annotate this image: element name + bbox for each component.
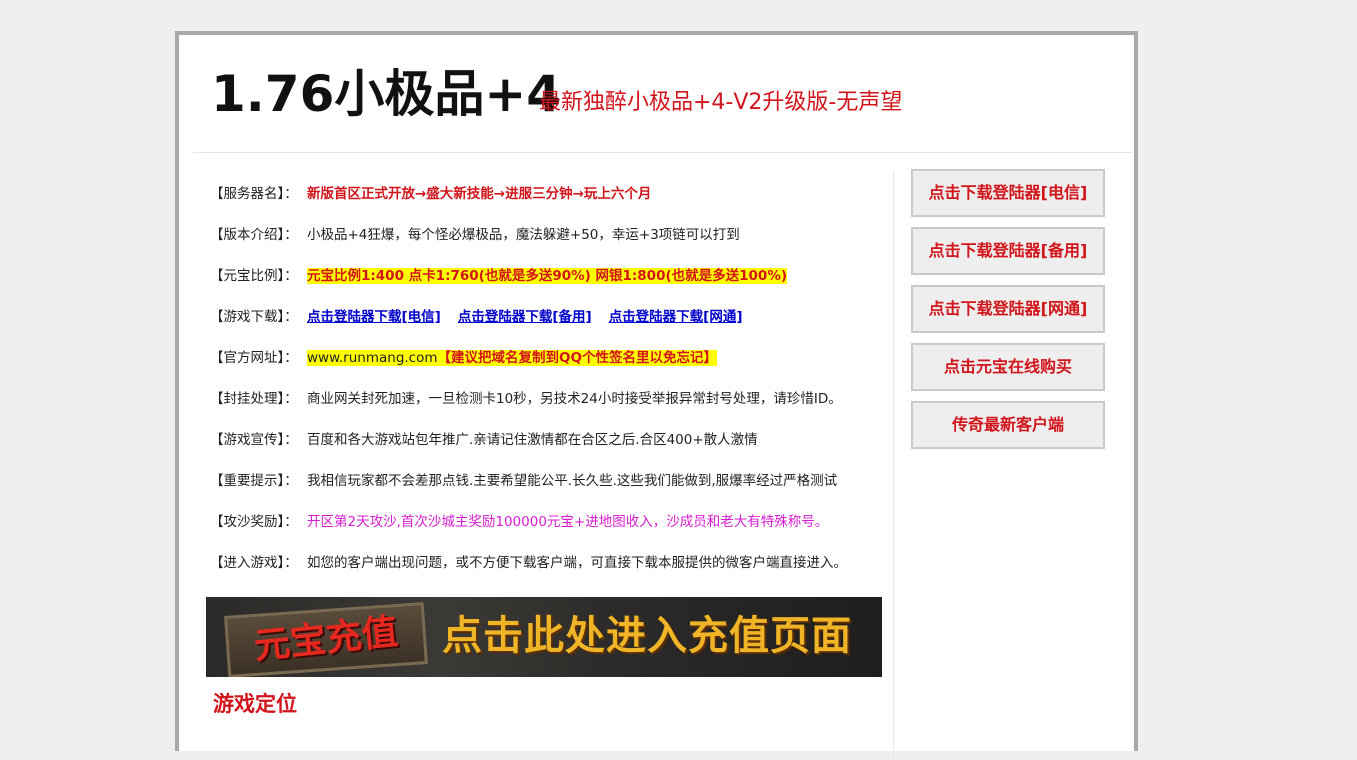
- value-promotion: 百度和各大游戏站包年推广.亲请记住激情都在合区之后.合区400+散人激情: [307, 432, 758, 448]
- row-ingot-ratio: 【元宝比例】： 元宝比例1:400 点卡1:760(也就是多送90%) 网银1:8…: [210, 264, 788, 288]
- value-siege-reward: 开区第2天攻沙,首次沙城主奖励100000元宝+进地图收入，沙成员和老大有特殊称…: [307, 514, 829, 530]
- label-promotion: 【游戏宣传】：: [210, 432, 298, 448]
- value-important-note: 我相信玩家都不会差那点钱.主要希望能公平.长久些.这些我们能做到,服爆率经过严格…: [307, 473, 838, 489]
- download-link-netcom[interactable]: 点击登陆器下载[网通]: [609, 309, 743, 325]
- value-enter-game: 如您的客户端出现问题，或不方便下载客户端，可直接下载本服提供的微客户端直接进入。: [307, 555, 847, 571]
- row-siege-reward: 【攻沙奖励】： 开区第2天攻沙,首次沙城主奖励100000元宝+进地图收入，沙成员…: [210, 510, 828, 534]
- label-ingot-ratio: 【元宝比例】：: [210, 268, 298, 284]
- row-anti-cheat: 【封挂处理】： 商业网关封死加速，一旦检测卡10秒，另技术24小时接受举报异常封号…: [210, 387, 842, 411]
- row-promotion: 【游戏宣传】： 百度和各大游戏站包年推广.亲请记住激情都在合区之后.合区400+散…: [210, 428, 758, 452]
- buy-ingot-button[interactable]: 点击元宝在线购买: [911, 343, 1105, 391]
- row-official-site: 【官方网址】： www.runmang.com【建议把域名复制到QQ个性签名里以免…: [210, 346, 717, 370]
- latest-client-button[interactable]: 传奇最新客户端: [911, 401, 1105, 449]
- download-backup-button[interactable]: 点击下载登陆器[备用]: [911, 227, 1105, 275]
- value-server-name: 新版首区正式开放→盛大新技能→进服三分钟→玩上六个月: [307, 186, 652, 202]
- page-header: 1.76小极品+4 最新独醉小极品+4-V2升级版-无声望: [193, 35, 1133, 153]
- row-game-download: 【游戏下载】： 点击登陆器下载[电信] 点击登陆器下载[备用] 点击登陆器下载[网通]: [210, 305, 760, 329]
- label-important-note: 【重要提示】：: [210, 473, 298, 489]
- value-ingot-ratio: 元宝比例1:400 点卡1:760(也就是多送90%) 网银1:800(也就是多…: [307, 268, 788, 284]
- recharge-banner[interactable]: 元宝充值 点击此处进入充值页面: [206, 597, 882, 677]
- download-link-backup[interactable]: 点击登陆器下载[备用]: [458, 309, 592, 325]
- label-official-site: 【官方网址】：: [210, 350, 298, 366]
- row-version-intro: 【版本介绍】： 小极品+4狂爆，每个怪必爆极品，魔法躲避+50，幸运+3项链可以打…: [210, 223, 740, 247]
- value-version-intro: 小极品+4狂爆，每个怪必爆极品，魔法躲避+50，幸运+3项链可以打到: [307, 227, 740, 243]
- page-container: 1.76小极品+4 最新独醉小极品+4-V2升级版-无声望 【服务器名】： 新版首…: [175, 31, 1138, 760]
- section-title-game-positioning: 游戏定位: [213, 692, 297, 716]
- label-game-download: 【游戏下载】：: [210, 309, 298, 325]
- site-subtitle: 最新独醉小极品+4-V2升级版-无声望: [539, 90, 903, 115]
- banner-right-text: 点击此处进入充值页面: [442, 613, 852, 659]
- label-anti-cheat: 【封挂处理】：: [210, 391, 298, 407]
- row-enter-game: 【进入游戏】： 如您的客户端出现问题，或不方便下载客户端，可直接下载本服提供的微客…: [210, 551, 847, 575]
- info-panel: 【服务器名】： 新版首区正式开放→盛大新技能→进服三分钟→玩上六个月 【版本介绍】…: [193, 170, 894, 760]
- label-siege-reward: 【攻沙奖励】：: [210, 514, 298, 530]
- site-title: 1.76小极品+4: [211, 65, 562, 123]
- official-site-note: 【建议把域名复制到QQ个性签名里以免忘记】: [437, 350, 717, 366]
- value-anti-cheat: 商业网关封死加速，一旦检测卡10秒，另技术24小时接受举报异常封号处理，请珍惜I…: [307, 391, 842, 407]
- row-server-name: 【服务器名】： 新版首区正式开放→盛大新技能→进服三分钟→玩上六个月: [210, 182, 651, 206]
- label-version-intro: 【版本介绍】：: [210, 227, 298, 243]
- row-important-note: 【重要提示】： 我相信玩家都不会差那点钱.主要希望能公平.长久些.这些我们能做到,…: [210, 469, 837, 493]
- download-telecom-button[interactable]: 点击下载登陆器[电信]: [911, 169, 1105, 217]
- label-server-name: 【服务器名】：: [210, 186, 298, 202]
- official-site-url[interactable]: www.runmang.com: [307, 350, 438, 366]
- download-link-telecom[interactable]: 点击登陆器下载[电信]: [307, 309, 441, 325]
- download-netcom-button[interactable]: 点击下载登陆器[网通]: [911, 285, 1105, 333]
- label-enter-game: 【进入游戏】：: [210, 555, 298, 571]
